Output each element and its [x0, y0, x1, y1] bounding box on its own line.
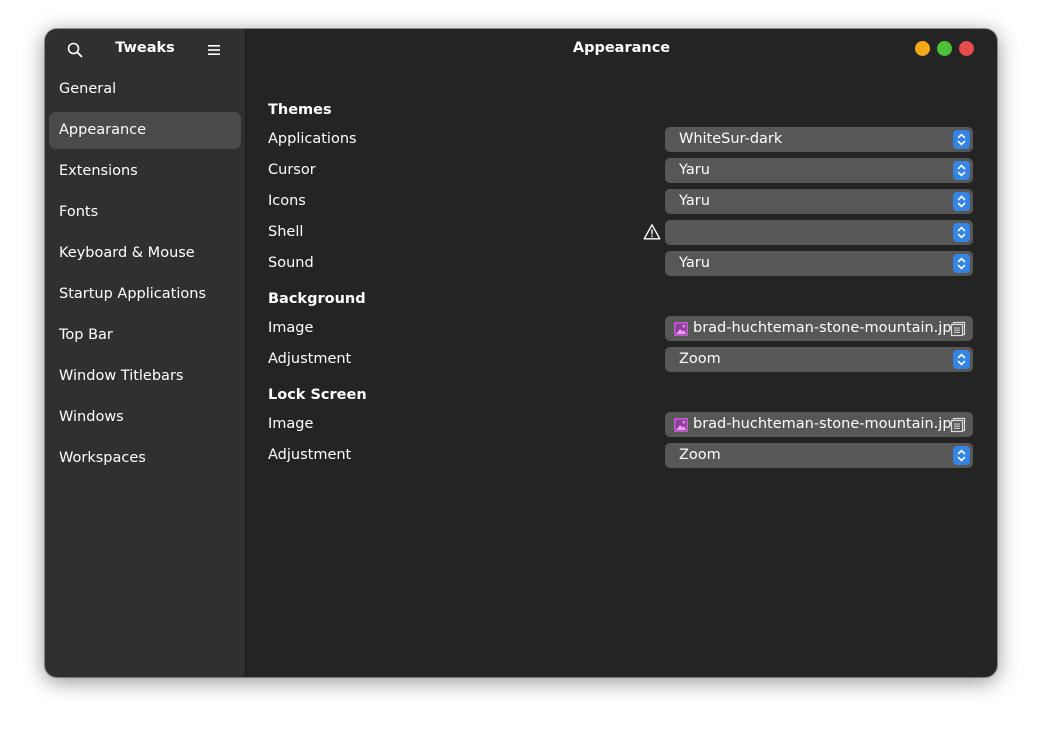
setting-row-icons: Icons Yaru	[268, 186, 973, 217]
image-file-icon	[674, 321, 688, 336]
header-bar: Appearance	[246, 29, 997, 69]
applications-label: Applications	[268, 131, 357, 147]
sound-label: Sound	[268, 255, 314, 271]
sound-theme-value: Yaru	[679, 255, 710, 271]
sidebar-item-top-bar[interactable]: Top Bar	[49, 317, 241, 354]
sidebar-list: General Appearance Extensions Fonts Keyb…	[49, 71, 241, 481]
hamburger-menu-icon[interactable]	[204, 40, 224, 60]
setting-row-shell: Shell	[268, 217, 973, 248]
setting-row-background-image: Image brad-huchteman-stone-mountain.jpg	[268, 313, 973, 344]
shell-label: Shell	[268, 224, 304, 240]
up-down-arrows-icon	[953, 446, 970, 465]
background-adjustment-value: Zoom	[679, 351, 721, 367]
sidebar-item-keyboard-mouse[interactable]: Keyboard & Mouse	[49, 235, 241, 272]
appearance-panel: Themes Applications WhiteSur-dark Cursor…	[268, 96, 973, 471]
sound-theme-dropdown[interactable]: Yaru	[665, 251, 973, 276]
lock-screen-image-file-chooser[interactable]: brad-huchteman-stone-mountain.jpg	[665, 412, 973, 437]
sidebar-item-workspaces[interactable]: Workspaces	[49, 440, 241, 477]
cursor-theme-value: Yaru	[679, 162, 710, 178]
setting-row-sound: Sound Yaru	[268, 248, 973, 279]
cursor-theme-dropdown[interactable]: Yaru	[665, 158, 973, 183]
applications-theme-value: WhiteSur-dark	[679, 131, 783, 147]
icons-label: Icons	[268, 193, 306, 209]
lock-screen-adjustment-label: Adjustment	[268, 447, 352, 463]
setting-row-cursor: Cursor Yaru	[268, 155, 973, 186]
sidebar: Tweaks General Appearance Extensions Fon…	[45, 29, 246, 677]
background-adjustment-label: Adjustment	[268, 351, 352, 367]
setting-row-applications: Applications WhiteSur-dark	[268, 124, 973, 155]
up-down-arrows-icon	[953, 254, 970, 273]
sidebar-item-general[interactable]: General	[49, 71, 241, 108]
close-button[interactable]	[959, 41, 974, 56]
setting-row-lock-screen-adjustment: Adjustment Zoom	[268, 440, 973, 471]
setting-row-lock-screen-image: Image brad-huchteman-stone-mountain.jpg	[268, 409, 973, 440]
sidebar-item-fonts[interactable]: Fonts	[49, 194, 241, 231]
icons-theme-dropdown[interactable]: Yaru	[665, 189, 973, 214]
background-image-filename: brad-huchteman-stone-mountain.jpg	[693, 320, 961, 336]
shell-theme-dropdown[interactable]	[665, 220, 973, 245]
section-title-lock-screen: Lock Screen	[268, 387, 367, 403]
tweaks-window: Tweaks General Appearance Extensions Fon…	[45, 29, 997, 677]
document-open-icon	[950, 417, 966, 433]
up-down-arrows-icon	[953, 350, 970, 369]
sidebar-header: Tweaks	[45, 29, 245, 69]
cursor-label: Cursor	[268, 162, 316, 178]
lock-screen-adjustment-value: Zoom	[679, 447, 721, 463]
up-down-arrows-icon	[953, 223, 970, 242]
up-down-arrows-icon	[953, 161, 970, 180]
page-title: Appearance	[572, 40, 671, 56]
sidebar-item-startup-applications[interactable]: Startup Applications	[49, 276, 241, 313]
up-down-arrows-icon	[953, 192, 970, 211]
section-title-themes: Themes	[268, 102, 332, 118]
warning-icon	[643, 223, 661, 241]
background-image-file-chooser[interactable]: brad-huchteman-stone-mountain.jpg	[665, 316, 973, 341]
document-open-icon	[950, 321, 966, 337]
maximize-button[interactable]	[937, 41, 952, 56]
lock-screen-adjustment-dropdown[interactable]: Zoom	[665, 443, 973, 468]
up-down-arrows-icon	[953, 130, 970, 149]
minimize-button[interactable]	[915, 41, 930, 56]
section-title-background: Background	[268, 291, 366, 307]
sidebar-item-extensions[interactable]: Extensions	[49, 153, 241, 190]
background-image-label: Image	[268, 320, 314, 336]
lock-screen-image-filename: brad-huchteman-stone-mountain.jpg	[693, 416, 961, 432]
applications-theme-dropdown[interactable]: WhiteSur-dark	[665, 127, 973, 152]
image-file-icon	[674, 417, 688, 432]
sidebar-item-window-titlebars[interactable]: Window Titlebars	[49, 358, 241, 395]
background-adjustment-dropdown[interactable]: Zoom	[665, 347, 973, 372]
icons-theme-value: Yaru	[679, 193, 710, 209]
sidebar-item-windows[interactable]: Windows	[49, 399, 241, 436]
setting-row-background-adjustment: Adjustment Zoom	[268, 344, 973, 375]
sidebar-item-appearance[interactable]: Appearance	[49, 112, 241, 149]
lock-screen-image-label: Image	[268, 416, 314, 432]
